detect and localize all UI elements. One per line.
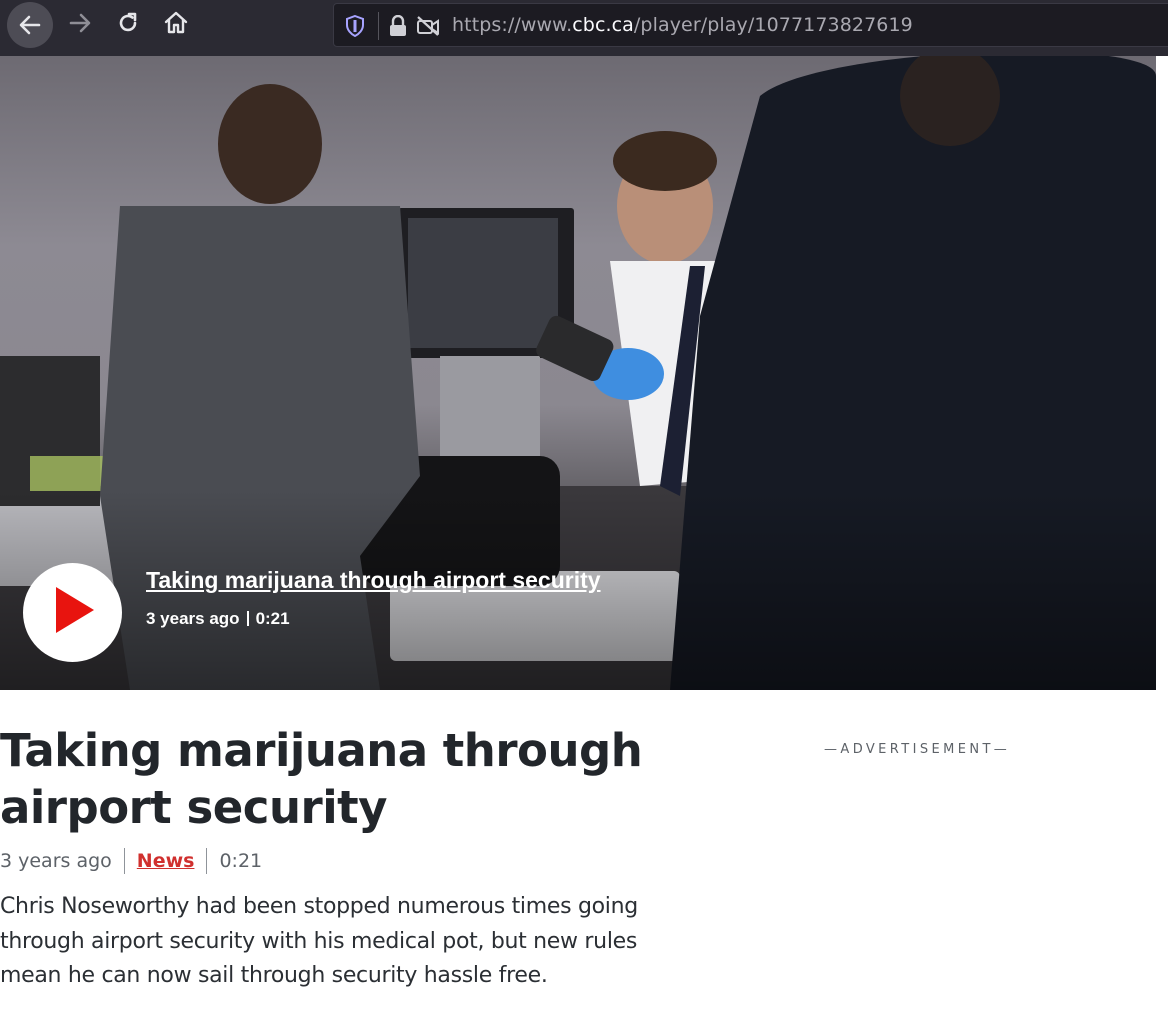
video-duration: 0:21 [255, 609, 290, 628]
reload-icon [115, 10, 141, 41]
video-meta: 3 years ago 0:21 [146, 609, 290, 629]
meta-separator [123, 848, 125, 874]
url-separator [378, 12, 379, 40]
url-text[interactable]: https://www.cbc.ca/player/play/107717382… [452, 14, 913, 36]
home-button[interactable] [152, 2, 200, 48]
url-prefix: https://www. [452, 14, 573, 36]
camera-blocked-icon[interactable] [416, 15, 440, 42]
meta-separator [206, 848, 208, 874]
article-age: 3 years ago [0, 850, 112, 872]
article-duration: 0:21 [219, 850, 263, 872]
play-icon [50, 585, 96, 640]
forward-button[interactable] [56, 2, 104, 48]
meta-divider [246, 611, 249, 626]
reload-button[interactable] [104, 2, 152, 48]
play-button[interactable] [23, 563, 122, 662]
back-arrow-icon [7, 2, 53, 48]
forward-arrow-icon [67, 10, 93, 41]
category-link[interactable]: News [137, 850, 195, 872]
advertisement-label: —ADVERTISEMENT— [824, 742, 1011, 757]
shield-icon[interactable] [345, 14, 365, 42]
article-meta: 3 years ago News 0:21 [0, 848, 262, 874]
video-age: 3 years ago [146, 609, 240, 628]
home-icon [163, 10, 189, 41]
back-button[interactable] [6, 2, 54, 48]
video-player[interactable]: Taking marijuana through airport securit… [0, 56, 1156, 690]
page-title: Taking marijuana through airport securit… [0, 724, 643, 834]
address-bar[interactable]: https://www.cbc.ca/player/play/107717382… [333, 3, 1168, 47]
lock-icon[interactable] [388, 14, 408, 42]
video-title-link[interactable]: Taking marijuana through airport securit… [146, 567, 601, 594]
url-path: /player/play/1077173827619 [633, 14, 913, 36]
article-description: Chris Noseworthy had been stopped numero… [0, 894, 638, 988]
url-host: cbc.ca [572, 14, 634, 36]
browser-toolbar: https://www.cbc.ca/player/play/107717382… [0, 0, 1168, 56]
